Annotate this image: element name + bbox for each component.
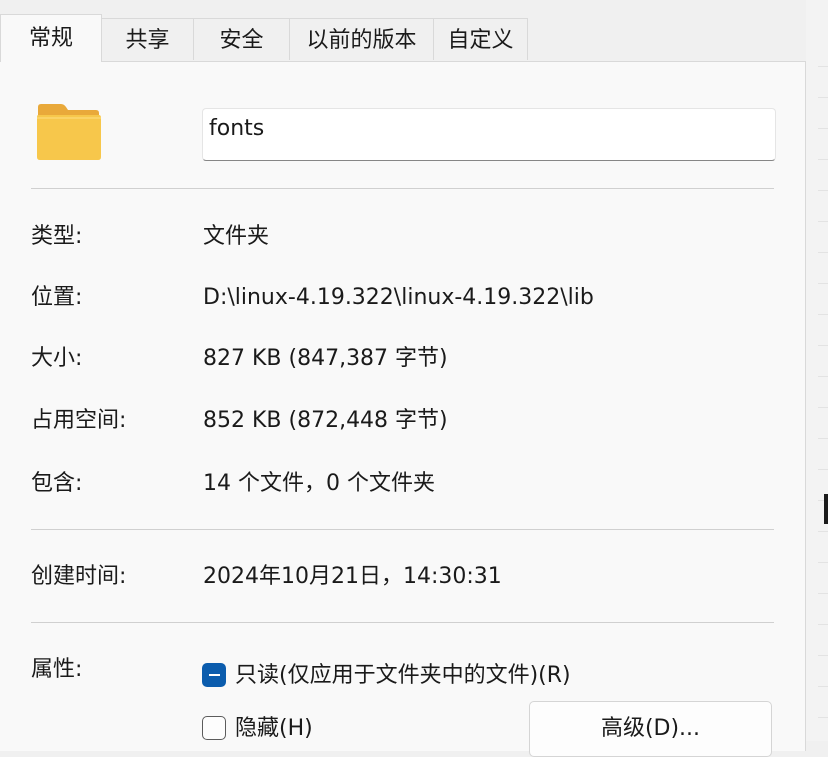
size-label: 大小: [31, 346, 83, 371]
contains-label: 包含: [31, 471, 83, 496]
indeterminate-dash-icon [209, 674, 220, 676]
location-value: D:\linux-4.19.322\linux-4.19.322\lib [203, 285, 594, 310]
type-value: 文件夹 [203, 224, 270, 249]
created-label: 创建时间: [31, 564, 127, 589]
folder-name-input[interactable]: fonts [202, 108, 776, 161]
disk-size-value: 852 KB (872,448 字节) [203, 408, 448, 433]
divider [31, 529, 774, 530]
hidden-checkbox[interactable] [202, 716, 226, 740]
divider [31, 188, 774, 189]
tab-sharing[interactable]: 共享 [101, 18, 194, 60]
disk-size-label: 占用空间: [31, 408, 127, 433]
folder-icon [37, 104, 101, 160]
type-label: 类型: [31, 224, 83, 249]
advanced-button[interactable]: 高级(D)... [529, 701, 772, 757]
size-value: 827 KB (847,387 字节) [203, 346, 448, 371]
background-window-mark [824, 494, 828, 524]
tab-previous-versions[interactable]: 以前的版本 [289, 18, 434, 60]
tab-security[interactable]: 安全 [193, 18, 290, 60]
hidden-checkbox-label[interactable]: 隐藏(H) [235, 714, 313, 744]
created-value: 2024年10月21日，14:30:31 [203, 564, 502, 589]
background-window-strip [806, 0, 828, 741]
tab-customize[interactable]: 自定义 [433, 18, 528, 60]
contains-value: 14 个文件，0 个文件夹 [203, 471, 435, 496]
divider [31, 622, 774, 623]
tab-bar: 常规 共享 安全 以前的版本 自定义 [0, 0, 828, 62]
attributes-label: 属性: [31, 657, 83, 682]
tab-general[interactable]: 常规 [0, 14, 102, 62]
readonly-checkbox[interactable] [202, 663, 226, 687]
readonly-checkbox-label[interactable]: 只读(仅应用于文件夹中的文件)(R) [235, 661, 571, 691]
location-label: 位置: [31, 285, 83, 310]
